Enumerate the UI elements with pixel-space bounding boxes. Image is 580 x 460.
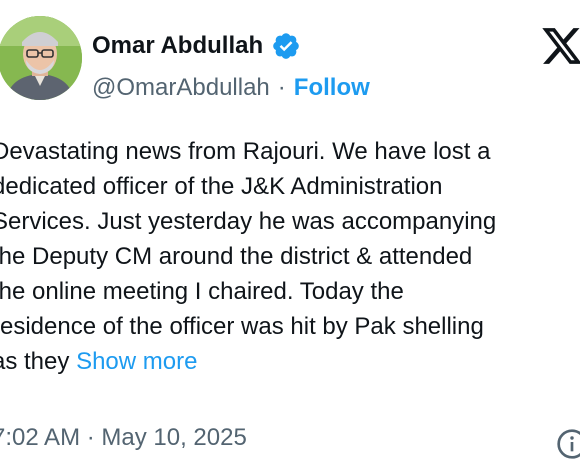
show-more-link[interactable]: Show more: [76, 348, 197, 375]
author-name[interactable]: Omar Abdullah: [92, 32, 263, 60]
x-logo-glyph: [542, 28, 580, 64]
tweet-text-line: Services. Just yesterday he was accompan…: [0, 208, 497, 235]
info-icon[interactable]: [556, 428, 580, 460]
author-avatar[interactable]: [0, 16, 82, 100]
tweet-card: Omar Abdullah @OmarAbdullah · Follow Dev…: [0, 0, 580, 460]
follow-button[interactable]: Follow: [294, 74, 370, 102]
verified-badge-icon: [273, 33, 299, 59]
author-name-row: Omar Abdullah: [92, 28, 301, 64]
tweet-text-line: dedicated officer of the J&K Administrat…: [0, 173, 443, 200]
tweet-text-line: as they: [0, 348, 70, 375]
tweet-text-line: the Deputy CM around the district & atte…: [0, 243, 473, 270]
handle-separator: ·: [277, 74, 286, 101]
x-logo-icon[interactable]: [540, 24, 580, 68]
info-glyph: [557, 429, 580, 459]
tweet-text-last-line: as they Show more: [0, 344, 580, 379]
tweet-text-line: the online meeting I chaired. Today the: [0, 278, 404, 305]
author-handle[interactable]: @OmarAbdullah: [92, 74, 270, 102]
author-handle-row: @OmarAbdullah · Follow: [92, 72, 370, 104]
tweet-text-line: Devastating news from Rajouri. We have l…: [0, 138, 491, 165]
tweet-text-line: residence of the officer was hit by Pak …: [0, 313, 484, 340]
avatar-photo: [0, 16, 82, 100]
tweet-text: Devastating news from Rajouri. We have l…: [0, 134, 580, 379]
tweet-timestamp[interactable]: 7:02 AM · May 10, 2025: [0, 424, 247, 452]
